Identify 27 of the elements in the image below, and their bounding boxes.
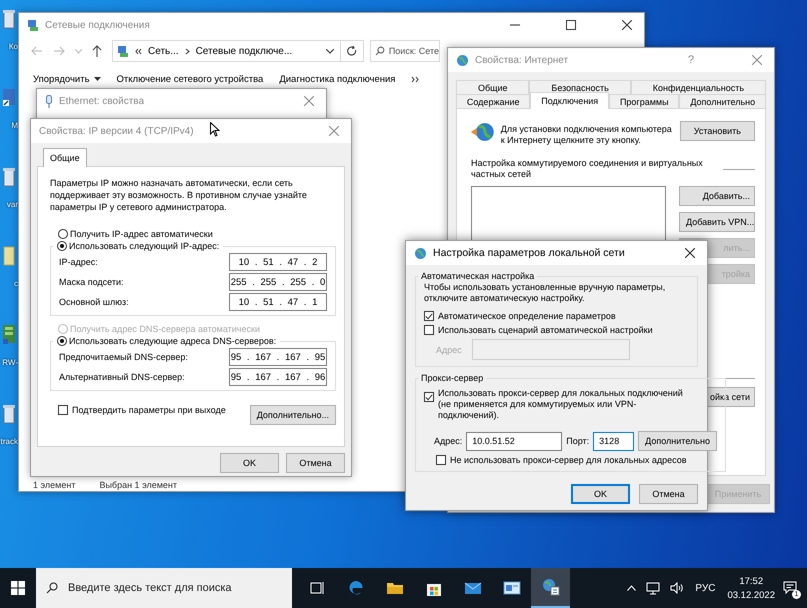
field-label: Предпочитаемый DNS-сервер:	[59, 352, 188, 362]
window-title: Настройка параметров локальной сети	[433, 247, 625, 259]
group-title: Автоматическая настройка	[420, 271, 536, 281]
desktop-icon-label: RW-	[2, 358, 18, 367]
window-title: Свойства: Интернет	[475, 54, 568, 66]
group-title: Прокси-сервер	[420, 373, 484, 383]
field-label: Альтернативный DNS-сервер:	[59, 372, 185, 382]
field-label: Адрес:	[434, 436, 462, 446]
window-title: Свойства: IP версии 4 (TCP/IPv4)	[39, 126, 194, 136]
field-label: Адрес	[436, 344, 463, 354]
field-label: Маска подсети:	[59, 277, 124, 287]
status-text: 1 элемент	[33, 480, 76, 490]
desktop-icon-label: Ко	[8, 42, 18, 51]
field-label: Основной шлюз:	[59, 297, 129, 307]
intro-text: Параметры IP можно назначать автоматически, если сеть поддерживает эту возможность. В противном случае узнайте параметры IP у сетевого администратора.	[50, 177, 308, 213]
window-title: Ethernet: свойства	[59, 96, 144, 106]
note-text: Чтобы использовать установленные вручную параметры, отключите автоматическую настройку.	[424, 282, 666, 304]
field-label: Порт:	[566, 436, 590, 446]
section-heading: Настройка коммутируемого соединения и виртуальных частных сетей	[471, 158, 704, 180]
desktop-icon-label: var	[6, 200, 18, 209]
window-title: Сетевые подключения	[45, 20, 150, 30]
field-label: IP-адрес:	[59, 257, 98, 267]
setup-text: Для установки подключения компьютера к Интернету щелкните эту кнопку.	[500, 123, 673, 146]
desktop-icon-label: track	[0, 437, 18, 446]
desktop-icon-label: M	[11, 121, 18, 130]
status-text: Выбран 1 элемент	[99, 480, 178, 490]
desktop-icon-label: c	[14, 279, 18, 288]
